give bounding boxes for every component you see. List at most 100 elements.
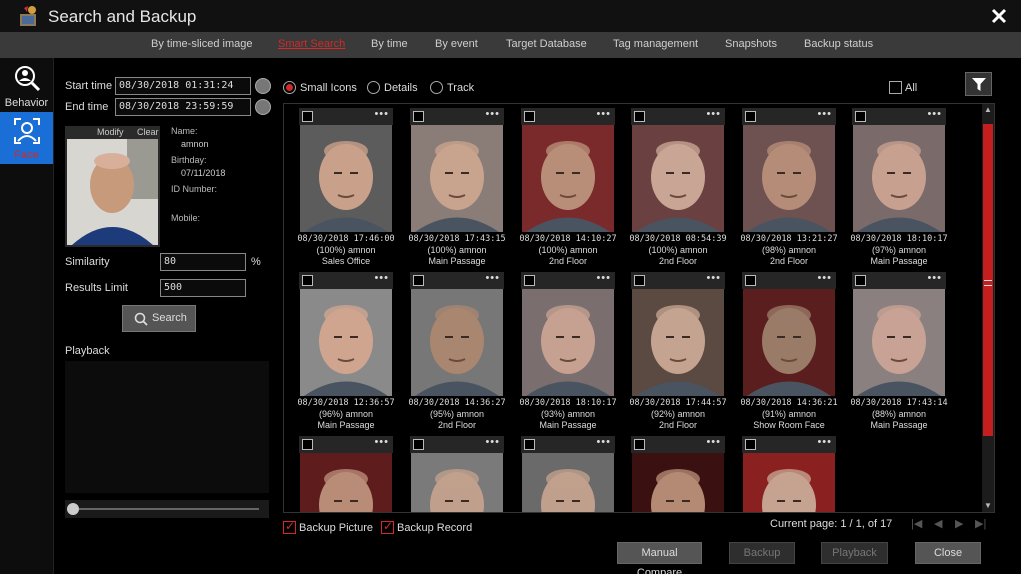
result-thumbnail[interactable]: ••• bbox=[742, 436, 836, 512]
backup-button[interactable]: Backup bbox=[729, 542, 795, 564]
tab-by-time-sliced-image[interactable]: By time-sliced image bbox=[151, 38, 252, 50]
thumbnail-caption-l1: 08/30/2018 13:21:27 bbox=[740, 234, 838, 244]
result-thumbnail[interactable]: ••• 08/30/2018 17:43:15 (100%) amnon Main P… bbox=[408, 108, 506, 266]
thumbnail-checkbox[interactable] bbox=[745, 111, 756, 122]
thumbnail-checkbox[interactable] bbox=[745, 275, 756, 286]
thumbnail-checkbox[interactable] bbox=[634, 111, 645, 122]
target-face-photo bbox=[67, 139, 158, 245]
result-thumbnail[interactable]: ••• 08/30/2018 08:54:39 (100%) amnon 2nd Fl… bbox=[629, 108, 727, 266]
scroll-down-icon[interactable]: ▼ bbox=[983, 501, 993, 511]
result-thumbnail[interactable]: ••• 08/30/2018 14:36:21 (91%) amnon Show Ro… bbox=[740, 272, 838, 430]
thumbnail-checkbox[interactable] bbox=[302, 275, 313, 286]
results-limit-input[interactable]: 500 bbox=[160, 279, 246, 297]
playback-button[interactable]: Playback bbox=[821, 542, 888, 564]
more-options-icon[interactable]: ••• bbox=[596, 108, 611, 120]
thumbnail-checkbox[interactable] bbox=[302, 439, 313, 450]
playback-slider[interactable] bbox=[65, 500, 269, 518]
clear-link[interactable]: Clear bbox=[137, 127, 159, 137]
thumbnail-caption-l1: 08/30/2018 17:43:14 bbox=[850, 398, 948, 408]
result-thumbnail[interactable]: ••• 08/30/2018 18:10:17 (93%) amnon Main Pa… bbox=[519, 272, 617, 430]
thumbnail-checkbox[interactable] bbox=[413, 111, 424, 122]
details-radio[interactable] bbox=[367, 81, 380, 94]
results-scrollbar[interactable]: ▲ ▼ bbox=[982, 104, 994, 512]
end-time-input[interactable]: 08/30/2018 23:59:59 bbox=[115, 98, 251, 116]
tab-snapshots[interactable]: Snapshots bbox=[725, 38, 777, 50]
thumbnail-caption-l3: Main Passage bbox=[428, 256, 486, 266]
select-all-checkbox[interactable] bbox=[889, 81, 902, 94]
tab-target-database[interactable]: Target Database bbox=[506, 38, 587, 50]
end-clock-icon[interactable] bbox=[255, 99, 271, 115]
result-thumbnail[interactable]: ••• bbox=[521, 436, 615, 512]
close-icon[interactable] bbox=[989, 6, 1009, 26]
result-thumbnail[interactable]: ••• 08/30/2018 13:21:27 (98%) amnon 2nd Flo… bbox=[740, 108, 838, 266]
thumbnail-checkbox[interactable] bbox=[524, 275, 535, 286]
search-button[interactable]: Search bbox=[122, 305, 196, 332]
start-time-input[interactable]: 08/30/2018 01:31:24 bbox=[115, 77, 251, 95]
result-thumbnail[interactable]: ••• 08/30/2018 17:43:14 (88%) amnon Main Pa… bbox=[850, 272, 948, 430]
more-options-icon[interactable]: ••• bbox=[485, 108, 500, 120]
slider-knob[interactable] bbox=[67, 503, 79, 515]
more-options-icon[interactable]: ••• bbox=[817, 272, 832, 284]
tab-backup-status[interactable]: Backup status bbox=[804, 38, 873, 50]
thumbnail-checkbox[interactable] bbox=[745, 439, 756, 450]
tab-tag-management[interactable]: Tag management bbox=[613, 38, 698, 50]
more-options-icon[interactable]: ••• bbox=[927, 108, 942, 120]
result-thumbnail[interactable]: ••• 08/30/2018 12:36:57 (96%) amnon Main Pa… bbox=[297, 272, 395, 430]
more-options-icon[interactable]: ••• bbox=[485, 436, 500, 448]
more-options-icon[interactable]: ••• bbox=[374, 436, 389, 448]
result-thumbnail[interactable]: ••• 08/30/2018 14:10:27 (100%) amnon 2nd Fl… bbox=[519, 108, 617, 266]
thumbnail-checkbox[interactable] bbox=[634, 275, 645, 286]
filter-icon bbox=[972, 78, 986, 91]
more-options-icon[interactable]: ••• bbox=[706, 272, 721, 284]
result-thumbnail[interactable]: ••• bbox=[299, 436, 393, 512]
first-page-icon[interactable]: |◀ bbox=[911, 517, 922, 530]
nav-behavior[interactable]: Behavior bbox=[0, 60, 53, 112]
thumbnail-checkbox[interactable] bbox=[524, 439, 535, 450]
more-options-icon[interactable]: ••• bbox=[374, 108, 389, 120]
start-clock-icon[interactable] bbox=[255, 78, 271, 94]
more-options-icon[interactable]: ••• bbox=[596, 272, 611, 284]
tab-by-event[interactable]: By event bbox=[435, 38, 478, 50]
more-options-icon[interactable]: ••• bbox=[817, 436, 832, 448]
thumbnail-checkbox[interactable] bbox=[302, 111, 313, 122]
backup-picture-checkbox[interactable] bbox=[283, 519, 296, 534]
manual-compare-button[interactable]: Manual Compare bbox=[617, 542, 702, 574]
thumbnail-checkbox[interactable] bbox=[634, 439, 645, 450]
more-options-icon[interactable]: ••• bbox=[374, 272, 389, 284]
tab-by-time[interactable]: By time bbox=[371, 38, 408, 50]
last-page-icon[interactable]: ▶| bbox=[975, 517, 986, 530]
next-page-icon[interactable]: ▶ bbox=[955, 517, 963, 530]
more-options-icon[interactable]: ••• bbox=[706, 436, 721, 448]
result-thumbnail[interactable]: ••• bbox=[631, 436, 725, 512]
result-thumbnail[interactable]: ••• 08/30/2018 18:10:17 (97%) amnon Main Pa… bbox=[850, 108, 948, 266]
tab-smart-search[interactable]: Smart Search bbox=[278, 38, 345, 50]
more-options-icon[interactable]: ••• bbox=[706, 108, 721, 120]
filter-button[interactable] bbox=[965, 72, 992, 96]
result-thumbnail[interactable]: ••• bbox=[410, 436, 504, 512]
more-options-icon[interactable]: ••• bbox=[817, 108, 832, 120]
result-thumbnail[interactable]: ••• 08/30/2018 14:36:27 (95%) amnon 2nd Flo… bbox=[408, 272, 506, 430]
more-options-icon[interactable]: ••• bbox=[596, 436, 611, 448]
thumbnail-checkbox[interactable] bbox=[524, 111, 535, 122]
prev-page-icon[interactable]: ◀ bbox=[934, 517, 942, 530]
thumbnail-caption-l2: (92%) amnon bbox=[650, 409, 706, 419]
small-icons-radio[interactable] bbox=[283, 81, 296, 94]
close-button[interactable]: Close bbox=[915, 542, 981, 564]
modify-link[interactable]: Modify bbox=[97, 127, 124, 137]
track-radio[interactable] bbox=[430, 81, 443, 94]
result-thumbnail[interactable]: ••• 08/30/2018 17:44:57 (92%) amnon 2nd Flo… bbox=[629, 272, 727, 430]
thumbnail-caption-l1: 08/30/2018 14:36:27 bbox=[408, 398, 506, 408]
similarity-input[interactable]: 80 bbox=[160, 253, 246, 271]
left-nav: Behavior Face bbox=[0, 58, 54, 574]
scroll-up-icon[interactable]: ▲ bbox=[983, 105, 993, 115]
more-options-icon[interactable]: ••• bbox=[927, 272, 942, 284]
backup-record-checkbox[interactable] bbox=[381, 519, 394, 534]
result-thumbnail[interactable]: ••• 08/30/2018 17:46:00 (100%) amnon Sales … bbox=[297, 108, 395, 266]
thumbnail-checkbox[interactable] bbox=[855, 111, 866, 122]
nav-face[interactable]: Face bbox=[0, 112, 53, 164]
thumbnail-caption-l3: 2nd Floor bbox=[658, 420, 698, 430]
thumbnail-checkbox[interactable] bbox=[855, 275, 866, 286]
thumbnail-checkbox[interactable] bbox=[413, 439, 424, 450]
thumbnail-checkbox[interactable] bbox=[413, 275, 424, 286]
more-options-icon[interactable]: ••• bbox=[485, 272, 500, 284]
